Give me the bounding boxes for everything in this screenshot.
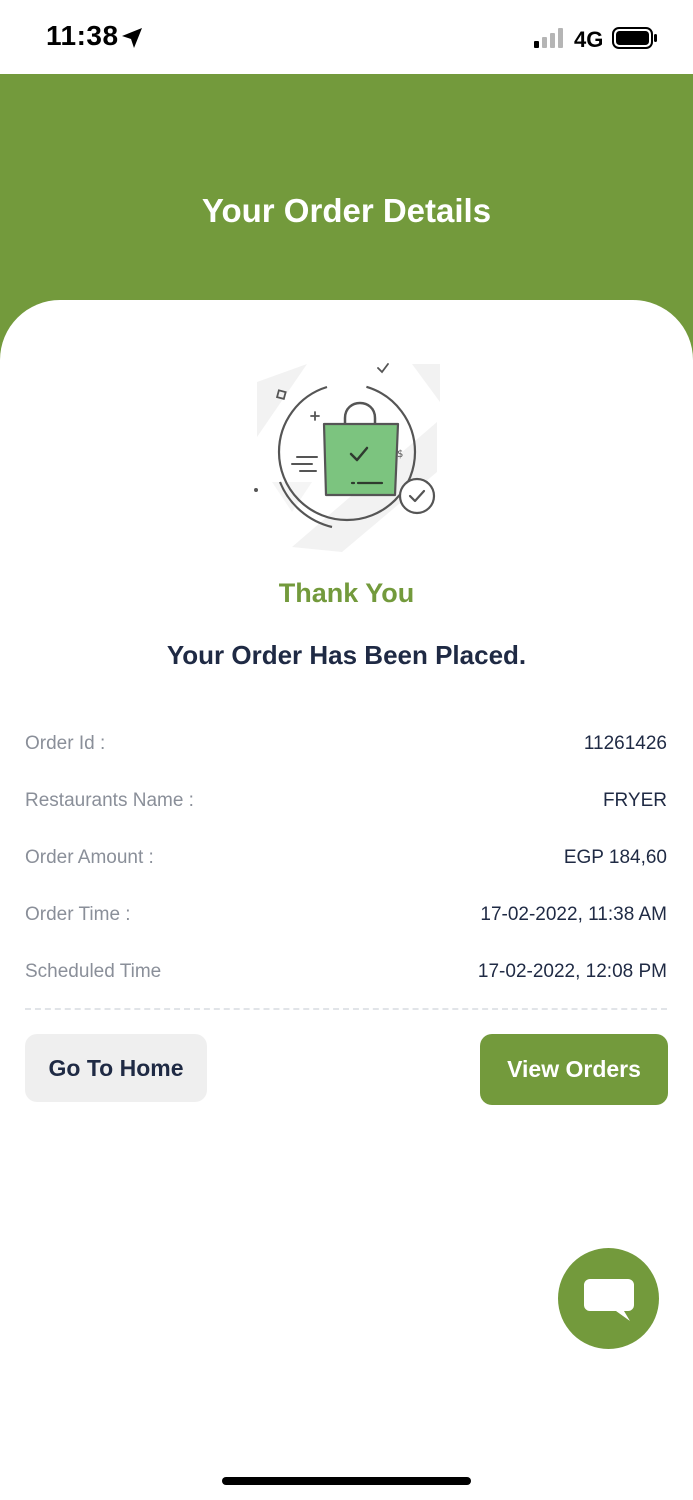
thank-you-heading: Thank You [278, 578, 415, 608]
detail-row-order-amount: Order Amount : EGP 184,60 [25, 839, 667, 896]
status-bar: 11:38 4G [0, 0, 693, 74]
battery-icon [612, 27, 657, 49]
order-placed-message: Your Order Has Been Placed. [166, 640, 527, 670]
detail-value: 17-02-2022, 12:08 PM [477, 961, 667, 982]
detail-label: Order Id : [25, 733, 106, 754]
detail-value: 17-02-2022, 11:38 AM [480, 904, 667, 925]
signal-bars-icon [534, 28, 563, 48]
detail-label: Order Time : [25, 904, 131, 925]
view-orders-button[interactable]: View Orders [480, 1034, 668, 1105]
detail-label: Restaurants Name : [25, 790, 194, 811]
chat-button[interactable] [558, 1248, 659, 1349]
go-to-home-button[interactable]: Go To Home [25, 1034, 207, 1102]
page-title: Your Order Details [201, 192, 492, 229]
detail-value: 11261426 [583, 733, 667, 754]
detail-row-scheduled-time: Scheduled Time 17-02-2022, 12:08 PM [25, 953, 667, 1010]
order-details: Order Id : 11261426 Restaurants Name : F… [25, 725, 667, 1010]
detail-row-order-id: Order Id : 11261426 [25, 725, 667, 782]
dashed-divider [25, 1008, 667, 1010]
network-label: 4G [574, 27, 604, 52]
home-indicator [222, 1477, 471, 1485]
detail-label: Order Amount : [25, 847, 154, 868]
status-time: 11:38 [46, 20, 119, 51]
chat-bubble-icon [583, 1278, 634, 1321]
detail-value: FRYER [602, 790, 667, 811]
shopping-bag-check-icon: $ [254, 363, 440, 552]
detail-value: EGP 184,60 [563, 847, 667, 868]
location-arrow-icon [122, 28, 142, 48]
detail-row-order-time: Order Time : 17-02-2022, 11:38 AM [25, 896, 667, 953]
detail-label: Scheduled Time [25, 961, 162, 982]
detail-row-restaurant-name: Restaurants Name : FRYER [25, 782, 667, 839]
svg-text:$: $ [397, 449, 403, 460]
